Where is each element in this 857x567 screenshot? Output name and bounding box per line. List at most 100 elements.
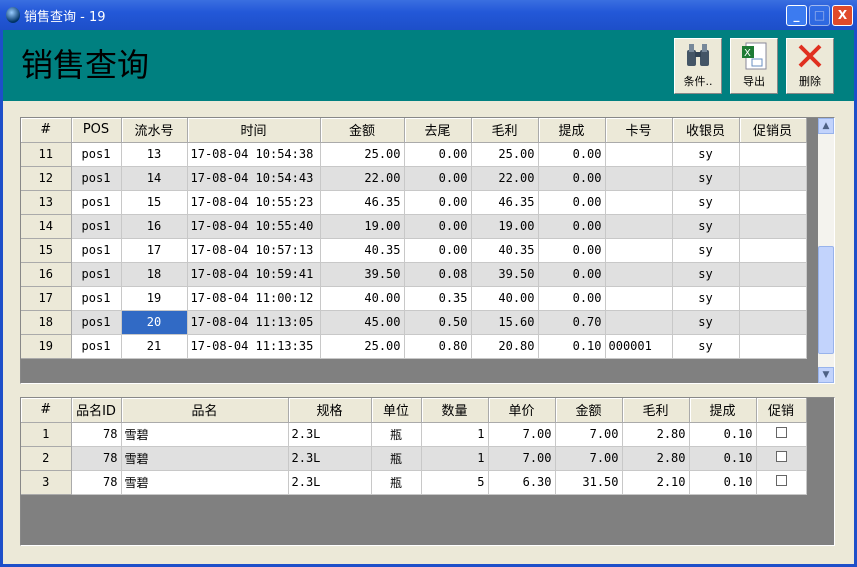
export-button[interactable]: X 导出 — [730, 38, 778, 94]
table-cell[interactable]: 000001 — [605, 334, 673, 359]
table-row[interactable]: 19 pos1 21 17-08-04 11:13:35 25.00 0.80 20.80 0… — [21, 334, 807, 359]
table-cell[interactable]: sy — [672, 214, 740, 239]
table-cell[interactable]: 46.35 — [320, 190, 405, 215]
promo-checkbox[interactable] — [775, 427, 787, 438]
table-cell[interactable] — [756, 422, 807, 447]
table-cell[interactable]: 0.10 — [689, 446, 757, 471]
table-cell[interactable]: 2.3L — [288, 422, 372, 447]
filter-button[interactable]: 条件.. — [674, 38, 722, 94]
table-cell[interactable]: 25.00 — [471, 142, 539, 167]
table-cell[interactable]: sy — [672, 286, 740, 311]
table-cell[interactable]: 13 — [121, 142, 188, 167]
table-row[interactable]: 15 pos1 17 17-08-04 10:57:13 40.35 0.00 40.35 0… — [21, 238, 807, 263]
table-cell[interactable]: 19 — [121, 286, 188, 311]
table-cell[interactable]: 17-08-04 11:13:05 — [187, 310, 321, 335]
table-cell[interactable]: sy — [672, 310, 740, 335]
column-header[interactable]: 促销 — [756, 398, 807, 423]
column-header[interactable]: 收银员 — [672, 118, 740, 143]
table-cell[interactable] — [605, 214, 673, 239]
table-cell[interactable]: 40.00 — [320, 286, 405, 311]
table-row[interactable]: 18 pos1 20 17-08-04 11:13:05 45.00 0.50 15.60 0… — [21, 310, 807, 335]
table-cell[interactable] — [605, 286, 673, 311]
promo-checkbox[interactable] — [775, 475, 787, 486]
table-cell[interactable]: 雪碧 — [121, 446, 289, 471]
table-cell[interactable]: 45.00 — [320, 310, 405, 335]
table-cell[interactable] — [605, 310, 673, 335]
table-cell[interactable]: 0.00 — [404, 190, 472, 215]
table-cell[interactable]: 0.00 — [404, 238, 472, 263]
table-cell[interactable]: 2.10 — [622, 470, 690, 495]
table-cell[interactable]: 17-08-04 10:54:38 — [187, 142, 321, 167]
column-header[interactable]: 卡号 — [605, 118, 673, 143]
table-cell[interactable]: 0.00 — [404, 214, 472, 239]
table-cell[interactable]: sy — [672, 166, 740, 191]
table-cell[interactable]: 0.00 — [538, 190, 606, 215]
row-header[interactable]: 11 — [21, 142, 72, 167]
column-header[interactable]: 去尾 — [404, 118, 472, 143]
table-cell[interactable]: 17-08-04 10:54:43 — [187, 166, 321, 191]
row-header[interactable]: 16 — [21, 262, 72, 287]
column-header[interactable]: 单位 — [371, 398, 422, 423]
table-cell[interactable] — [739, 214, 807, 239]
promo-checkbox[interactable] — [775, 451, 787, 462]
table-cell[interactable]: 瓶 — [371, 446, 422, 471]
table-cell[interactable]: 39.50 — [471, 262, 539, 287]
sales-grid[interactable]: # POS 流水号 时间 金额 去尾 毛利 提成 卡号 收银员 促销员 11 pos1 13 17-08-0… — [20, 117, 835, 384]
table-row[interactable]: 14 pos1 16 17-08-04 10:55:40 19.00 0.00 19.00 0… — [21, 214, 807, 239]
column-header[interactable]: 流水号 — [121, 118, 188, 143]
table-cell[interactable]: 78 — [71, 422, 122, 447]
table-row[interactable]: 1 78 雪碧 2.3L 瓶 1 7.00 7.00 2.80 0.10 — [21, 422, 807, 447]
close-button[interactable]: X — [832, 5, 853, 26]
scroll-down-arrow-icon[interactable]: ▼ — [818, 367, 834, 383]
table-cell[interactable]: 19.00 — [471, 214, 539, 239]
table-cell[interactable]: 40.35 — [471, 238, 539, 263]
table-cell[interactable]: 20 — [121, 310, 188, 335]
table-cell[interactable]: 0.70 — [538, 310, 606, 335]
table-cell[interactable] — [739, 286, 807, 311]
table-cell[interactable]: 5 — [421, 470, 489, 495]
scroll-up-arrow-icon[interactable]: ▲ — [818, 118, 834, 134]
table-cell[interactable]: pos1 — [71, 190, 122, 215]
table-cell[interactable] — [739, 262, 807, 287]
table-cell[interactable] — [739, 166, 807, 191]
table-cell[interactable]: 0.00 — [538, 286, 606, 311]
row-header[interactable]: 12 — [21, 166, 72, 191]
table-cell[interactable]: 17-08-04 11:13:35 — [187, 334, 321, 359]
table-cell[interactable]: 0.35 — [404, 286, 472, 311]
column-header[interactable]: 规格 — [288, 398, 372, 423]
table-cell[interactable] — [605, 190, 673, 215]
table-cell[interactable]: 0.80 — [404, 334, 472, 359]
column-header[interactable]: 促销员 — [739, 118, 807, 143]
table-cell[interactable]: 0.50 — [404, 310, 472, 335]
table-cell[interactable]: 78 — [71, 446, 122, 471]
row-header[interactable]: 1 — [21, 422, 72, 447]
table-cell[interactable]: 25.00 — [320, 142, 405, 167]
table-cell[interactable]: pos1 — [71, 238, 122, 263]
table-cell[interactable]: 40.35 — [320, 238, 405, 263]
row-header[interactable]: 19 — [21, 334, 72, 359]
table-cell[interactable] — [739, 238, 807, 263]
table-cell[interactable]: sy — [672, 262, 740, 287]
table-cell[interactable]: 0.10 — [689, 422, 757, 447]
table-cell[interactable]: 39.50 — [320, 262, 405, 287]
table-cell[interactable]: 17-08-04 10:59:41 — [187, 262, 321, 287]
row-header[interactable]: 2 — [21, 446, 72, 471]
table-cell[interactable]: 0.00 — [538, 262, 606, 287]
table-cell[interactable] — [605, 142, 673, 167]
column-header[interactable]: 品名 — [121, 398, 289, 423]
table-cell[interactable]: 46.35 — [471, 190, 539, 215]
table-cell[interactable]: pos1 — [71, 310, 122, 335]
table-row[interactable]: 12 pos1 14 17-08-04 10:54:43 22.00 0.00 22.00 0… — [21, 166, 807, 191]
column-header[interactable]: # — [21, 398, 72, 423]
table-cell[interactable]: pos1 — [71, 262, 122, 287]
table-row[interactable]: 11 pos1 13 17-08-04 10:54:38 25.00 0.00 25.00 0… — [21, 142, 807, 167]
table-row[interactable]: 2 78 雪碧 2.3L 瓶 1 7.00 7.00 2.80 0.10 — [21, 446, 807, 471]
table-cell[interactable] — [739, 190, 807, 215]
table-cell[interactable]: 14 — [121, 166, 188, 191]
table-cell[interactable]: 17-08-04 10:55:23 — [187, 190, 321, 215]
table-cell[interactable] — [739, 310, 807, 335]
table-cell[interactable]: pos1 — [71, 166, 122, 191]
row-header[interactable]: 14 — [21, 214, 72, 239]
table-cell[interactable]: 0.00 — [538, 166, 606, 191]
column-header[interactable]: 毛利 — [471, 118, 539, 143]
